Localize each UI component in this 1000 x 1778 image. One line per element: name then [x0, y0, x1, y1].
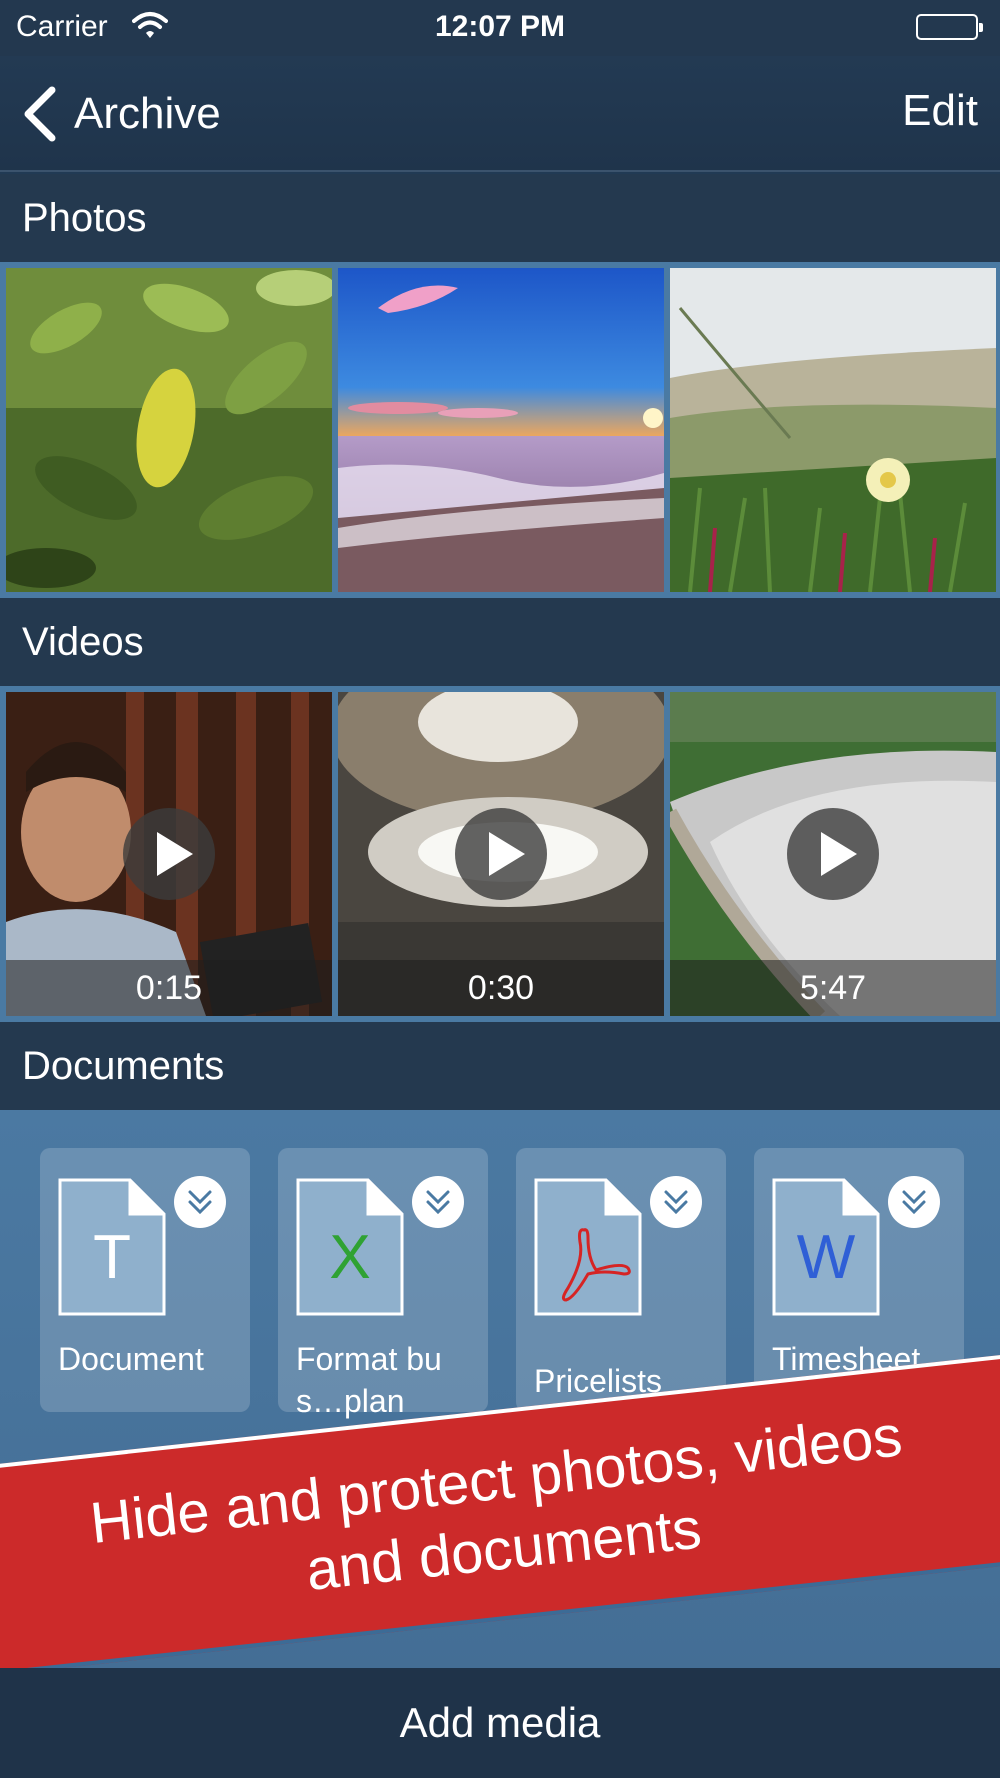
photos-grid	[0, 262, 1000, 598]
video-thumbnail[interactable]: 5:47	[670, 692, 996, 1016]
chevron-left-icon	[24, 86, 56, 142]
battery-icon	[916, 14, 983, 40]
file-type-letter: X	[329, 1223, 371, 1292]
back-button[interactable]: Archive	[20, 84, 221, 144]
section-header-videos: Videos	[0, 598, 1000, 686]
photo-thumbnail-leaves[interactable]	[6, 268, 332, 592]
section-header-documents: Documents	[0, 1022, 1000, 1110]
play-icon[interactable]	[123, 808, 215, 900]
play-icon[interactable]	[787, 808, 879, 900]
add-media-button[interactable]: Add media	[0, 1668, 1000, 1778]
pdf-file-icon	[534, 1178, 642, 1316]
chevron-down-icon[interactable]	[412, 1176, 464, 1228]
file-type-letter: T	[93, 1223, 131, 1292]
document-name: Document	[58, 1341, 204, 1377]
video-duration: 0:30	[338, 960, 664, 1016]
video-duration: 0:15	[6, 960, 332, 1016]
status-time: 12:07 PM	[434, 10, 566, 43]
navigation-bar: Archive Edit	[0, 56, 1000, 172]
photo-thumbnail-dune[interactable]	[670, 268, 996, 592]
document-item[interactable]: T Document	[40, 1148, 250, 1412]
video-duration: 5:47	[670, 960, 996, 1016]
photo-thumbnail-beach[interactable]	[338, 268, 664, 592]
section-header-photos: Photos	[0, 174, 1000, 262]
video-thumbnail[interactable]: 0:15	[6, 692, 332, 1016]
document-item[interactable]: X Format bus…plan	[278, 1148, 488, 1419]
chevron-down-icon[interactable]	[174, 1176, 226, 1228]
document-name: Format bus…plan	[296, 1341, 442, 1419]
document-item[interactable]: Pricelists	[516, 1148, 726, 1412]
chevron-down-icon[interactable]	[650, 1176, 702, 1228]
status-bar: Carrier 12:07 PM	[0, 0, 1000, 56]
play-icon[interactable]	[455, 808, 547, 900]
file-type-letter: W	[796, 1223, 856, 1292]
chevron-down-icon[interactable]	[888, 1176, 940, 1228]
videos-grid: 0:15 0:30 5:47	[0, 686, 1000, 1022]
video-thumbnail[interactable]: 0:30	[338, 692, 664, 1016]
edit-button[interactable]: Edit	[902, 86, 978, 136]
back-button-label: Archive	[74, 89, 221, 138]
